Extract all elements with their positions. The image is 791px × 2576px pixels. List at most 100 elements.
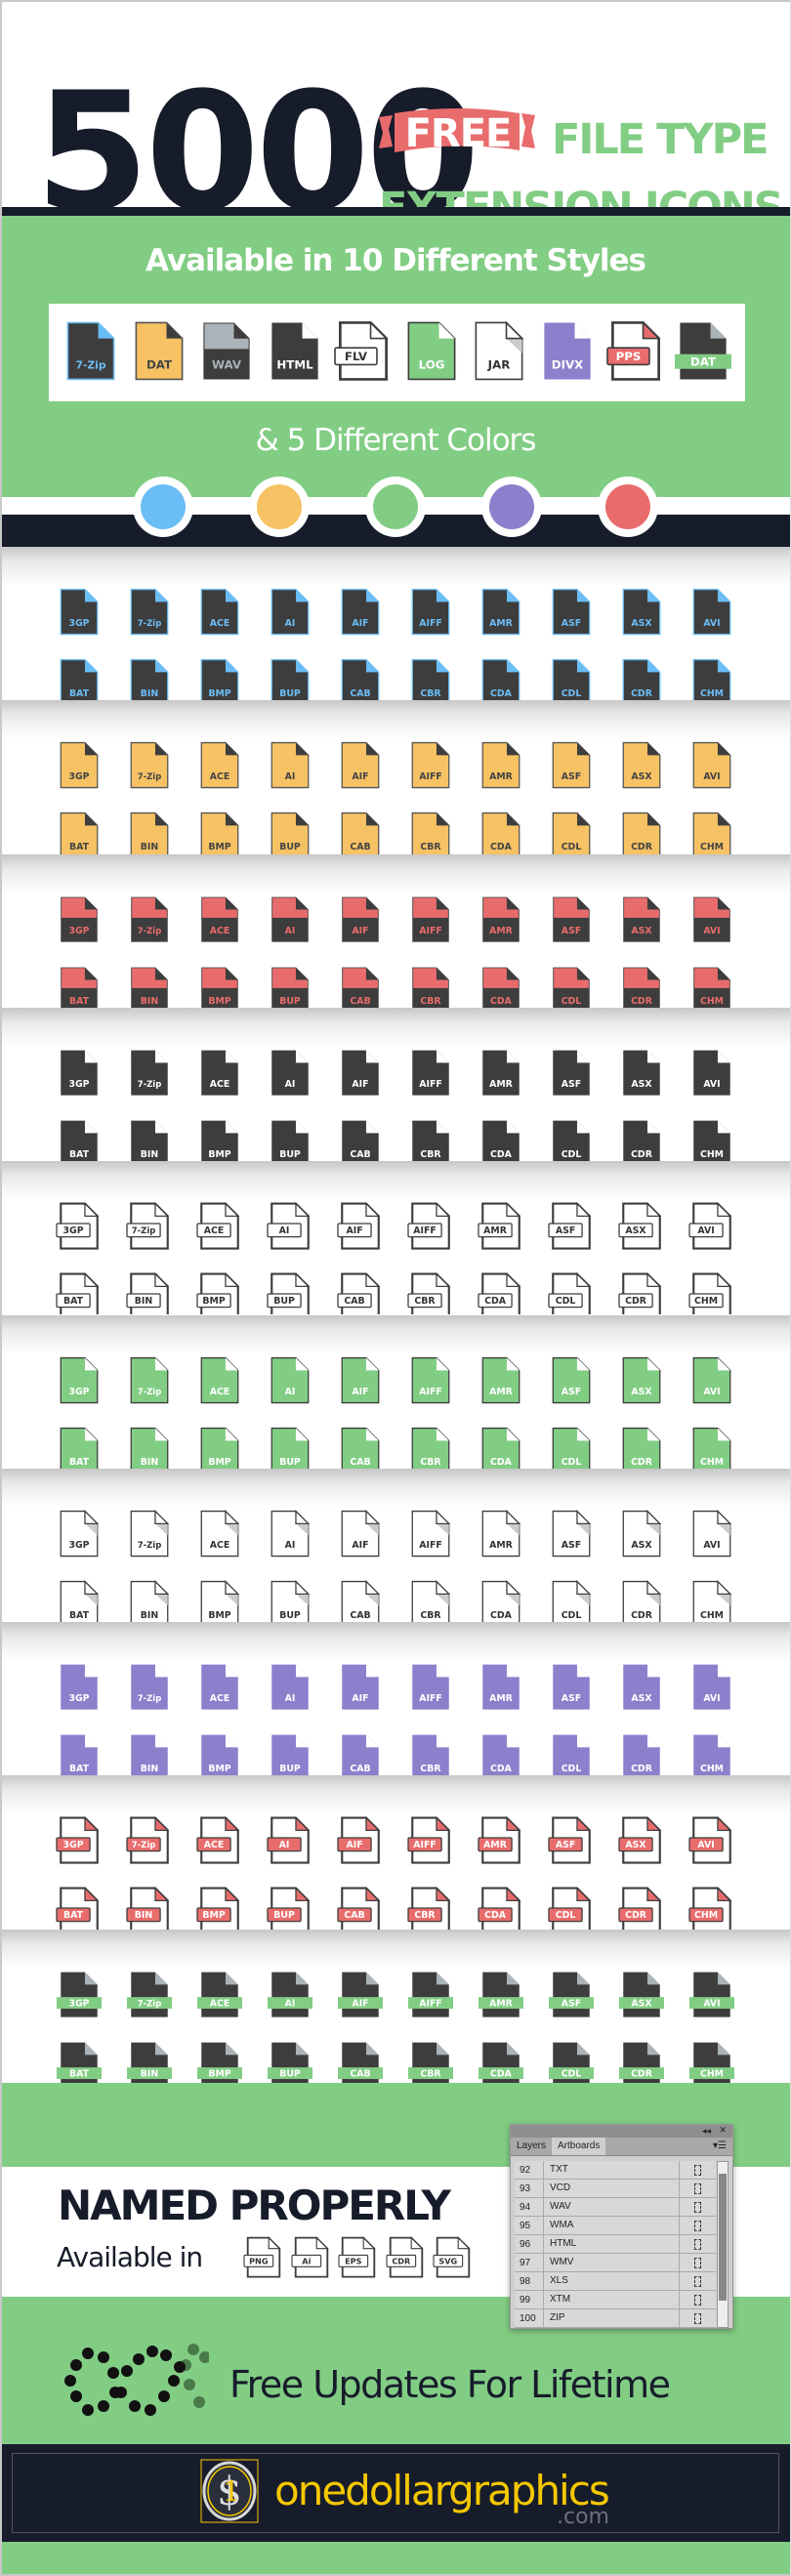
file-icon-ace[interactable]: ACE <box>197 1968 242 2022</box>
file-icon-cdl[interactable]: CDL <box>549 963 594 1008</box>
file-icon-cdr[interactable]: CDR <box>619 1577 664 1623</box>
file-icon-amr[interactable]: AMR <box>479 1507 523 1561</box>
artboard-row[interactable]: 92 TXT <box>515 2161 716 2180</box>
file-icon-3gp[interactable]: 3GP <box>56 1813 102 1868</box>
file-icon-bup[interactable]: BUP <box>267 1884 312 1930</box>
file-icon-cdr[interactable]: CDR <box>385 2236 426 2279</box>
artboard-row[interactable]: 100 ZIP <box>515 2309 716 2328</box>
file-icon-chm[interactable]: CHM <box>689 1730 734 1776</box>
file-icon-avi[interactable]: AVI <box>689 1660 734 1715</box>
file-icon-aif[interactable]: AIF <box>338 1507 383 1561</box>
file-icon-avi[interactable]: AVI <box>689 738 734 793</box>
file-icon-cdr[interactable]: CDR <box>619 1116 664 1162</box>
file-icon-aiff[interactable]: AIFF <box>408 585 453 640</box>
file-icon-chm[interactable]: CHM <box>688 1884 734 1930</box>
file-icon-cdl[interactable]: CDL <box>549 1577 594 1623</box>
file-icon-ai[interactable]: AI <box>268 893 312 947</box>
file-icon-cbr[interactable]: CBR <box>408 1730 453 1776</box>
file-icon-cdl[interactable]: CDL <box>548 1884 594 1930</box>
file-icon-cbr[interactable]: CBR <box>408 809 453 854</box>
file-icon-cda[interactable]: CDA <box>479 809 523 854</box>
file-icon-avi[interactable]: AVI <box>689 1353 734 1408</box>
artboard-row[interactable]: 93 VCD <box>515 2180 716 2198</box>
file-icon-bin[interactable]: BIN <box>126 1269 172 1315</box>
file-icon-asf[interactable]: ASF <box>549 1968 594 2022</box>
file-icon-7-zip[interactable]: 7-Zip <box>127 1968 172 2022</box>
file-icon-cab[interactable]: CAB <box>338 1577 383 1623</box>
file-icon-bat[interactable]: BAT <box>57 963 102 1008</box>
artboard-row[interactable]: 99 XTM <box>515 2291 716 2309</box>
file-icon-svg[interactable]: SVG <box>433 2236 473 2279</box>
file-icon-7-zip[interactable]: 7-Zip <box>127 738 172 793</box>
file-icon-amr[interactable]: AMR <box>479 1353 523 1408</box>
file-icon-cdr[interactable]: CDR <box>619 655 664 701</box>
panel-menu-icon[interactable]: ▾☰ <box>707 2138 732 2155</box>
file-icon-bat[interactable]: BAT <box>57 655 102 701</box>
file-icon-jar[interactable]: JAR <box>471 316 527 387</box>
file-icon-avi[interactable]: AVI <box>689 1968 734 2022</box>
file-icon-bin[interactable]: BIN <box>127 655 172 701</box>
file-icon-aif[interactable]: AIF <box>338 1353 383 1408</box>
file-icon-dat[interactable]: DAT <box>131 316 187 387</box>
file-icon-asf[interactable]: ASF <box>548 1199 594 1254</box>
file-icon-cbr[interactable]: CBR <box>407 1884 453 1930</box>
file-icon-ace[interactable]: ACE <box>197 1046 242 1101</box>
file-icon-aiff[interactable]: AIFF <box>407 1813 453 1868</box>
file-icon-ai[interactable]: AI <box>268 738 312 793</box>
file-icon-avi[interactable]: AVI <box>689 1507 734 1561</box>
file-icon-ai[interactable]: AI <box>267 1199 312 1254</box>
file-icon-ai[interactable]: AI <box>268 585 312 640</box>
file-icon-3gp[interactable]: 3GP <box>56 1199 102 1254</box>
file-icon-pps[interactable]: PPS <box>605 316 664 387</box>
file-icon-amr[interactable]: AMR <box>479 1046 523 1101</box>
file-icon-chm[interactable]: CHM <box>689 655 734 701</box>
collapse-icon[interactable]: ◂◂ <box>702 2127 711 2136</box>
file-icon-cda[interactable]: CDA <box>479 1730 523 1776</box>
file-icon-amr[interactable]: AMR <box>479 738 523 793</box>
file-icon-bup[interactable]: BUP <box>268 1116 312 1162</box>
file-icon-asx[interactable]: ASX <box>619 1046 664 1101</box>
file-icon-asf[interactable]: ASF <box>548 1813 594 1868</box>
file-icon-cbr[interactable]: CBR <box>408 655 453 701</box>
tab-artboards[interactable]: Artboards <box>552 2138 606 2155</box>
file-icon-aiff[interactable]: AIFF <box>408 1507 453 1561</box>
file-icon-bin[interactable]: BIN <box>127 1424 172 1469</box>
file-icon-cdr[interactable]: CDR <box>619 963 664 1008</box>
file-icon-3gp[interactable]: 3GP <box>57 1968 102 2022</box>
file-icon-html[interactable]: HTML <box>267 316 323 387</box>
file-icon-aif[interactable]: AIF <box>338 1046 383 1101</box>
file-icon-cda[interactable]: CDA <box>479 1424 523 1469</box>
file-icon-cda[interactable]: CDA <box>479 1577 523 1623</box>
file-icon-amr[interactable]: AMR <box>478 1813 523 1868</box>
file-icon-7-zip[interactable]: 7-Zip <box>127 893 172 947</box>
file-icon-avi[interactable]: AVI <box>688 1199 734 1254</box>
file-icon-ai[interactable]: Ai <box>290 2236 331 2279</box>
file-icon-cdr[interactable]: CDR <box>618 1269 664 1315</box>
file-icon-cdl[interactable]: CDL <box>549 655 594 701</box>
file-icon-amr[interactable]: AMR <box>478 1199 523 1254</box>
file-icon-dat[interactable]: DAT <box>675 316 732 387</box>
file-icon-cab[interactable]: CAB <box>338 1116 383 1162</box>
file-icon-bin[interactable]: BIN <box>127 1730 172 1776</box>
file-icon-ace[interactable]: ACE <box>197 585 242 640</box>
file-icon-avi[interactable]: AVI <box>689 1046 734 1101</box>
file-icon-aiff[interactable]: AIFF <box>408 738 453 793</box>
file-icon-aif[interactable]: AIF <box>338 585 383 640</box>
artboard-row[interactable]: 98 XLS <box>515 2272 716 2291</box>
color-swatch[interactable] <box>598 477 658 537</box>
file-icon-cab[interactable]: CAB <box>338 963 383 1008</box>
file-icon-bup[interactable]: BUP <box>268 1577 312 1623</box>
file-icon-bup[interactable]: BUP <box>268 1424 312 1469</box>
file-icon-log[interactable]: LOG <box>403 316 460 387</box>
file-icon-bin[interactable]: BIN <box>126 1884 172 1930</box>
file-icon-cda[interactable]: CDA <box>479 963 523 1008</box>
file-icon-bup[interactable]: BUP <box>267 1269 312 1315</box>
file-icon-chm[interactable]: CHM <box>689 1424 734 1469</box>
file-icon-bup[interactable]: BUP <box>268 809 312 854</box>
file-icon-cab[interactable]: CAB <box>338 655 383 701</box>
file-icon-chm[interactable]: CHM <box>689 2038 734 2083</box>
tab-layers[interactable]: Layers <box>511 2138 552 2155</box>
file-icon-ace[interactable]: ACE <box>197 738 242 793</box>
color-swatch[interactable] <box>249 477 310 537</box>
file-icon-bup[interactable]: BUP <box>268 963 312 1008</box>
